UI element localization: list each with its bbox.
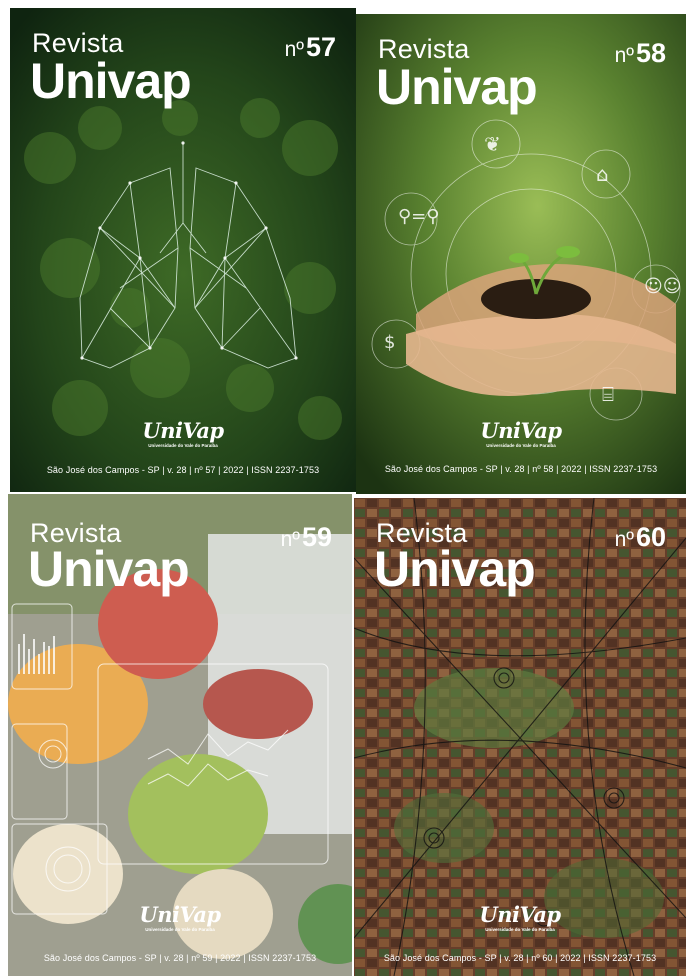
issue-prefix: nº	[280, 528, 300, 551]
cover-issue-59[interactable]: Revista Univap nº59 UniVap Universidade …	[8, 494, 352, 976]
logo-subtitle: Universidade do Vale do Paraíba	[148, 443, 218, 448]
money-icon: $	[384, 332, 396, 353]
cover-footer: São José dos Campos - SP | v. 28 | nº 58…	[384, 464, 658, 474]
issue-value: 57	[305, 32, 336, 62]
univap-logo: UniVap Universidade do Vale do Paraíba	[8, 904, 352, 933]
cover-issue-60[interactable]: Revista Univap nº60 UniVap Universidade …	[354, 498, 686, 976]
issue-prefix: nº	[284, 38, 304, 61]
issue-number: nº58	[615, 40, 666, 67]
factory-icon: ⌸	[602, 382, 614, 406]
issue-value: 60	[635, 522, 666, 552]
cover-issue-57[interactable]: Revista Univap nº57 UniVap Universidade …	[10, 8, 356, 492]
univap-logo: UniVap Universidade do Vale do Paraíba	[356, 420, 686, 449]
logo-mark: UniVap	[479, 902, 561, 927]
logo-mark: UniVap	[142, 418, 224, 443]
bank-icon: ⌂	[596, 162, 609, 186]
univap-title: Univap	[28, 541, 190, 597]
issue-number: nº57	[285, 34, 336, 61]
issue-number: nº60	[615, 524, 666, 551]
univap-title: Univap	[374, 541, 536, 597]
group-people-icon: ☺☺	[644, 276, 682, 297]
univap-logo: UniVap Universidade do Vale do Paraíba	[354, 904, 686, 933]
cover-footer: São José dos Campos - SP | v. 28 | nº 57…	[46, 465, 320, 475]
leaf-hand-icon: ❦	[484, 132, 501, 156]
issue-prefix: nº	[614, 528, 634, 551]
issue-value: 59	[301, 522, 332, 552]
equality-people-icon: ⚲=⚲	[398, 206, 440, 227]
logo-subtitle: Universidade do Vale do Paraíba	[145, 927, 215, 932]
issue-prefix: nº	[614, 44, 634, 67]
cover-footer: São José dos Campos - SP | v. 28 | nº 60…	[383, 953, 657, 963]
cover-issue-58[interactable]: ❦ ⌂ ⚲=⚲ ☺☺ $ ⌸ Revista Univap nº58 UniVa…	[356, 14, 686, 494]
logo-mark: UniVap	[139, 902, 221, 927]
logo-subtitle: Universidade do Vale do Paraíba	[486, 443, 556, 448]
univap-title: Univap	[30, 53, 192, 109]
cover-footer: São José dos Campos - SP | v. 28 | nº 59…	[43, 953, 317, 963]
logo-subtitle: Universidade do Vale do Paraíba	[485, 927, 555, 932]
univap-logo: UniVap Universidade do Vale do Paraíba	[10, 420, 356, 449]
issue-number: nº59	[281, 524, 332, 551]
issue-value: 58	[635, 38, 666, 68]
univap-title: Univap	[376, 59, 538, 115]
logo-mark: UniVap	[480, 418, 562, 443]
